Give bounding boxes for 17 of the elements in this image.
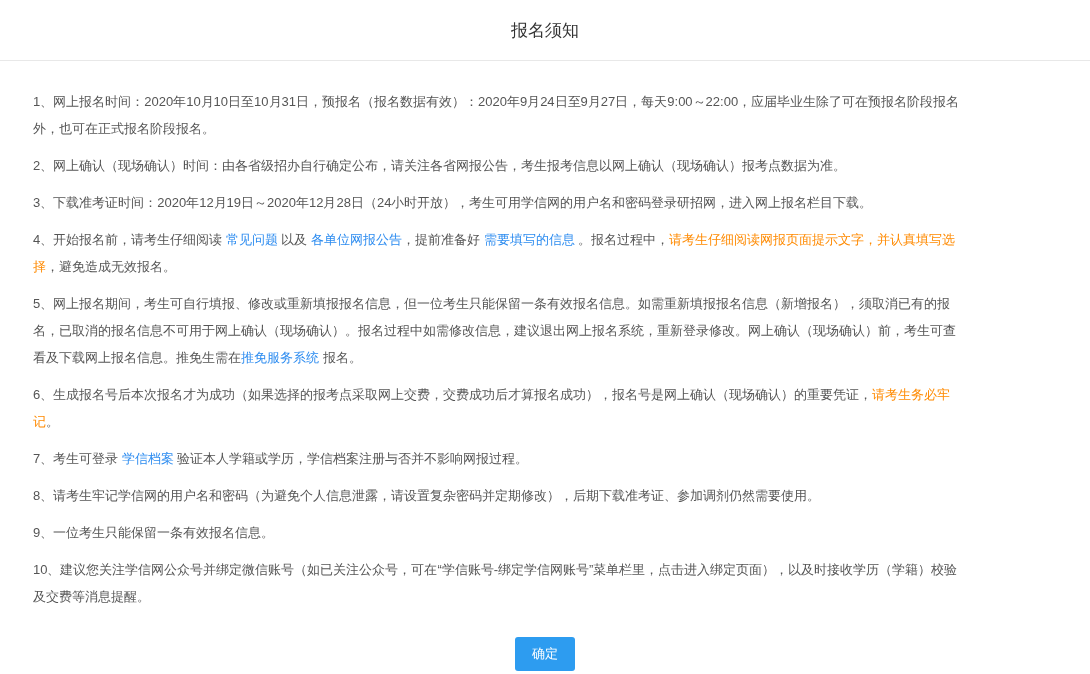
notice-link[interactable]: 推免服务系统 (241, 350, 319, 365)
notice-link[interactable]: 常见问题 (225, 232, 278, 247)
notice-paragraph: 4、开始报名前，请考生仔细阅读 常见问题 以及 各单位网报公告，提前准备好 需要填写的信息 。报名过程中，请考生仔细阅读网报页面提示文字，并认真填写选择，避免造成无效报名。 (33, 231, 957, 276)
confirm-button[interactable]: 确定 (515, 637, 575, 671)
notice-link[interactable]: 需要填写的信息 (483, 232, 575, 247)
notice-paragraph: 10、建议您关注学信网公众号并绑定微信账号（如已关注公众号，可在“学信账号-绑定学信网账号”菜单栏里，点击进入绑定页面），以及时接收学历（学籍）校验及交费等消息提醒。 (33, 561, 959, 606)
notice-paragraph: 9、一位考生只能保留一条有效报名信息。 (33, 524, 276, 542)
notice-link[interactable]: 学信档案 (121, 451, 174, 466)
dialog-title: 报名须知 (511, 19, 579, 42)
notice-paragraph: 8、请考生牢记学信网的用户名和密码（为避免个人信息泄露，请设置复杂密码并定期修改），后期下载准考证、参加调剂仍然需要使用。 (33, 487, 822, 505)
notice-paragraph: 1、网上报名时间：2020年10月10日至10月31日，预报名（报名数据有效）：2020年9月24日至9月27日，每天9:00～22:00，应届毕业生除了可在预报名阶段报名外，也可在正式报名阶段报名。 (33, 93, 961, 138)
notice-paragraph: 7、考生可登录 学信档案 验证本人学籍或学历，学信档案注册与否并不影响网报过程。 (33, 450, 530, 468)
notice-link[interactable]: 各单位网报公告 (311, 232, 403, 247)
notice-paragraph: 5、网上报名期间，考生可自行填报、修改或重新填报报名信息，但一位考生只能保留一条有效报名信息。如需重新填报报名信息（新增报名），须取消已有的报名，已取消的报名信息不可用于网上确认（现场确认）。报名过程中如需修改信息，建议退出网上报名系统，重新登录修改。网上确认（现场确认）前，考生可查看及下载网上报名信息。推免生需在推免服务系统 报名。 (33, 295, 957, 367)
notice-paragraph: 3、下载准考证时间：2020年12月19日～2020年12月28日（24小时开放），考生可用学信网的用户名和密码登录研招网，进入网上报名栏目下载。 (33, 194, 874, 212)
notice-paragraph: 6、生成报名号后本次报名才为成功（如果选择的报考点采取网上交费，交费成功后才算报名成功），报名号是网上确认（现场确认）的重要凭证，请考生务必牢记。 (33, 386, 952, 431)
notice-paragraph: 2、网上确认（现场确认）时间：由各省级招办自行确定公布，请关注各省网报公告，考生报考信息以网上确认（现场确认）报考点数据为准。 (33, 157, 848, 175)
